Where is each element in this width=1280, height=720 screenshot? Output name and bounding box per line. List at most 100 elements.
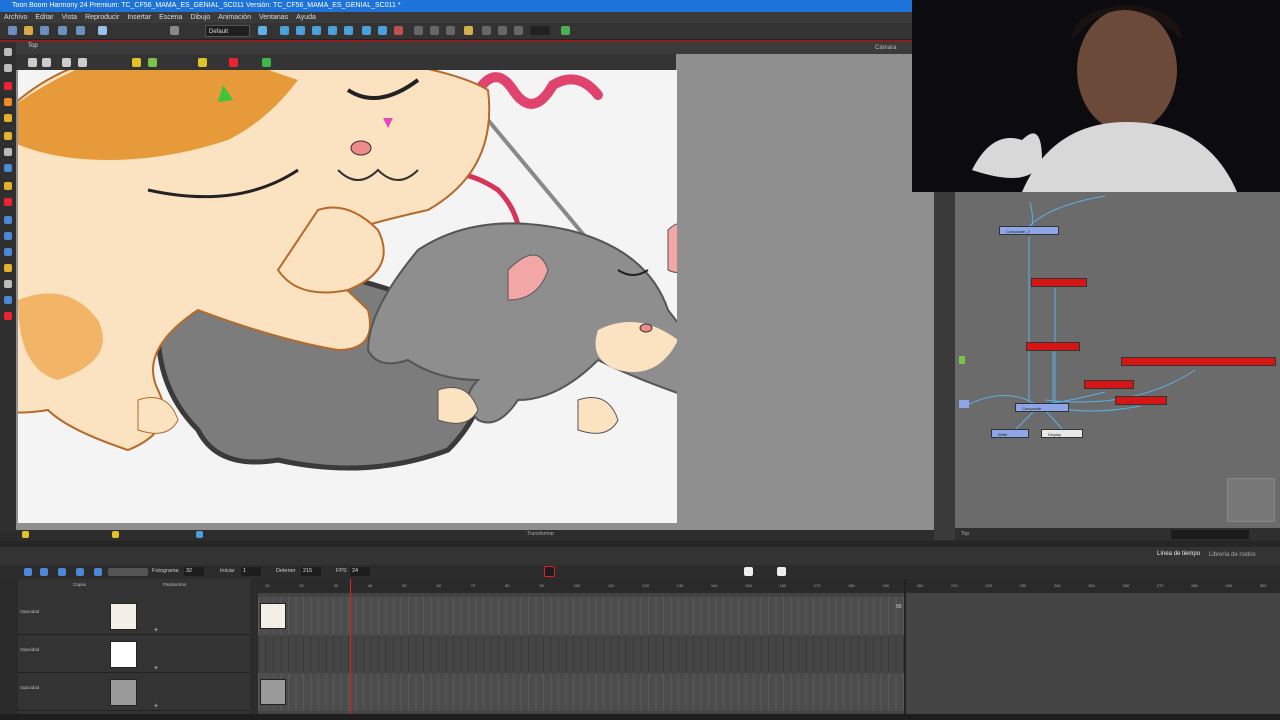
loop-icon[interactable]	[40, 568, 48, 576]
add-keyframe-icon[interactable]: +	[154, 665, 158, 672]
flip-icon[interactable]	[362, 26, 371, 35]
menu-insertar[interactable]: Insertar	[127, 12, 151, 23]
speed-slider[interactable]	[108, 568, 148, 576]
layer-icon[interactable]	[514, 26, 523, 35]
tab-top[interactable]: Top	[28, 43, 38, 49]
cutter-tool-icon[interactable]	[4, 132, 12, 140]
onion-icon[interactable]	[430, 26, 439, 35]
grid-toggle-icon[interactable]	[62, 58, 71, 67]
workspace-preset-select[interactable]: Default	[205, 25, 250, 37]
light-icon[interactable]	[198, 58, 207, 67]
panel-separator[interactable]	[934, 192, 955, 540]
dropper-tool-icon[interactable]	[4, 216, 12, 224]
frame-icon[interactable]	[777, 567, 786, 576]
open-icon[interactable]	[24, 26, 33, 35]
add-keyframe-icon[interactable]: +	[154, 703, 158, 710]
frame-input[interactable]: 32	[184, 567, 204, 576]
pivot-icon[interactable]	[296, 26, 305, 35]
prev-frame-icon[interactable]	[58, 568, 66, 576]
light-table-icon[interactable]	[446, 26, 455, 35]
drawing-node[interactable]	[1084, 380, 1134, 389]
node-view[interactable]: Composite_2 Composite Write Display	[955, 192, 1280, 528]
composite-2-node[interactable]: Composite_2	[999, 226, 1059, 235]
rectangle-tool-icon[interactable]	[4, 164, 12, 172]
start-input[interactable]: 1	[241, 567, 261, 576]
settings-icon[interactable]	[42, 58, 51, 67]
workspace-icon[interactable]	[258, 26, 267, 35]
new-icon[interactable]	[8, 26, 17, 35]
tab-timeline[interactable]: Línea de tiempo	[1157, 551, 1200, 557]
track-row[interactable]	[258, 597, 1280, 635]
drawing-node[interactable]	[1031, 278, 1087, 287]
menu-dibujo[interactable]: Dibujo	[190, 12, 210, 23]
bone-tool-icon[interactable]	[4, 296, 12, 304]
rotate-icon[interactable]	[312, 26, 321, 35]
guide-icon[interactable]	[482, 26, 491, 35]
exposure-cells[interactable]	[258, 597, 904, 635]
exposure-cells[interactable]	[258, 673, 904, 711]
eraser-tool-icon[interactable]	[4, 114, 12, 122]
delete-icon[interactable]	[170, 26, 179, 35]
paint-bucket-icon[interactable]	[148, 58, 157, 67]
node-port-green[interactable]	[959, 356, 965, 364]
brush-tool-icon[interactable]	[4, 82, 12, 90]
display-node[interactable]: Display	[1041, 429, 1083, 438]
paint-tool-icon[interactable]	[4, 182, 12, 190]
track-row[interactable]	[258, 635, 1280, 673]
pan-icon[interactable]	[78, 58, 87, 67]
drawing-node[interactable]	[1026, 342, 1080, 351]
camera-label[interactable]: Cámara	[875, 45, 896, 51]
stop-input[interactable]: 215	[301, 567, 321, 576]
pencil-stroke-icon[interactable]	[229, 58, 238, 67]
bulb-icon[interactable]	[112, 531, 119, 538]
transform-tool-icon[interactable]	[4, 264, 12, 272]
menu-ayuda[interactable]: Ayuda	[296, 12, 316, 23]
snap-icon[interactable]	[414, 26, 423, 35]
exposure-cells[interactable]	[258, 635, 904, 673]
save-as-icon[interactable]	[76, 26, 85, 35]
node-navigator[interactable]	[1227, 478, 1275, 522]
select-tool-icon[interactable]	[4, 48, 12, 56]
tab-node-library[interactable]: Librería de nodos	[1209, 552, 1256, 558]
drawing-node[interactable]	[1121, 357, 1276, 366]
menu-vista[interactable]: Vista	[62, 12, 77, 23]
layer-row[interactable]: Opacidad +	[18, 635, 250, 673]
playhead[interactable]	[350, 579, 351, 714]
transform-icon[interactable]	[280, 26, 289, 35]
grid-icon[interactable]	[464, 26, 473, 35]
next-frame-icon[interactable]	[94, 568, 102, 576]
pencil-tool-icon[interactable]	[4, 98, 12, 106]
node-port-blue[interactable]	[959, 400, 969, 408]
menu-editar[interactable]: Editar	[35, 12, 53, 23]
save-icon[interactable]	[40, 26, 49, 35]
reset-icon[interactable]	[394, 26, 403, 35]
stroke-tool-icon[interactable]	[4, 232, 12, 240]
skew-icon[interactable]	[344, 26, 353, 35]
menu-archivo[interactable]: Archivo	[4, 12, 27, 23]
color-swatch-icon[interactable]	[530, 26, 550, 35]
menu-escena[interactable]: Escena	[159, 12, 182, 23]
light-icon[interactable]	[22, 531, 29, 538]
scale-icon[interactable]	[328, 26, 337, 35]
track-row[interactable]	[258, 673, 1280, 711]
rigging-tool-icon[interactable]	[4, 312, 12, 320]
camera-tool-icon[interactable]	[4, 280, 12, 288]
play-icon[interactable]	[24, 568, 32, 576]
node-search-input[interactable]	[1171, 530, 1249, 539]
text-tool-icon[interactable]	[4, 148, 12, 156]
drawing-canvas[interactable]	[18, 70, 677, 523]
arrow-right-icon[interactable]	[262, 58, 271, 67]
lock-icon[interactable]	[132, 58, 141, 67]
fps-input[interactable]: 24	[350, 567, 370, 576]
save-all-icon[interactable]	[58, 26, 67, 35]
deform-icon[interactable]	[378, 26, 387, 35]
sound-icon[interactable]	[76, 568, 84, 576]
zoom-icon[interactable]	[28, 58, 37, 67]
menu-animacion[interactable]: Animación	[218, 12, 251, 23]
write-node[interactable]: Write	[991, 429, 1029, 438]
stop-icon[interactable]	[744, 567, 753, 576]
layer-row[interactable]: Opacidad +	[18, 597, 250, 635]
composite-node[interactable]: Composite	[1015, 403, 1069, 412]
view-mode-icon[interactable]	[196, 531, 203, 538]
check-icon[interactable]	[561, 26, 570, 35]
